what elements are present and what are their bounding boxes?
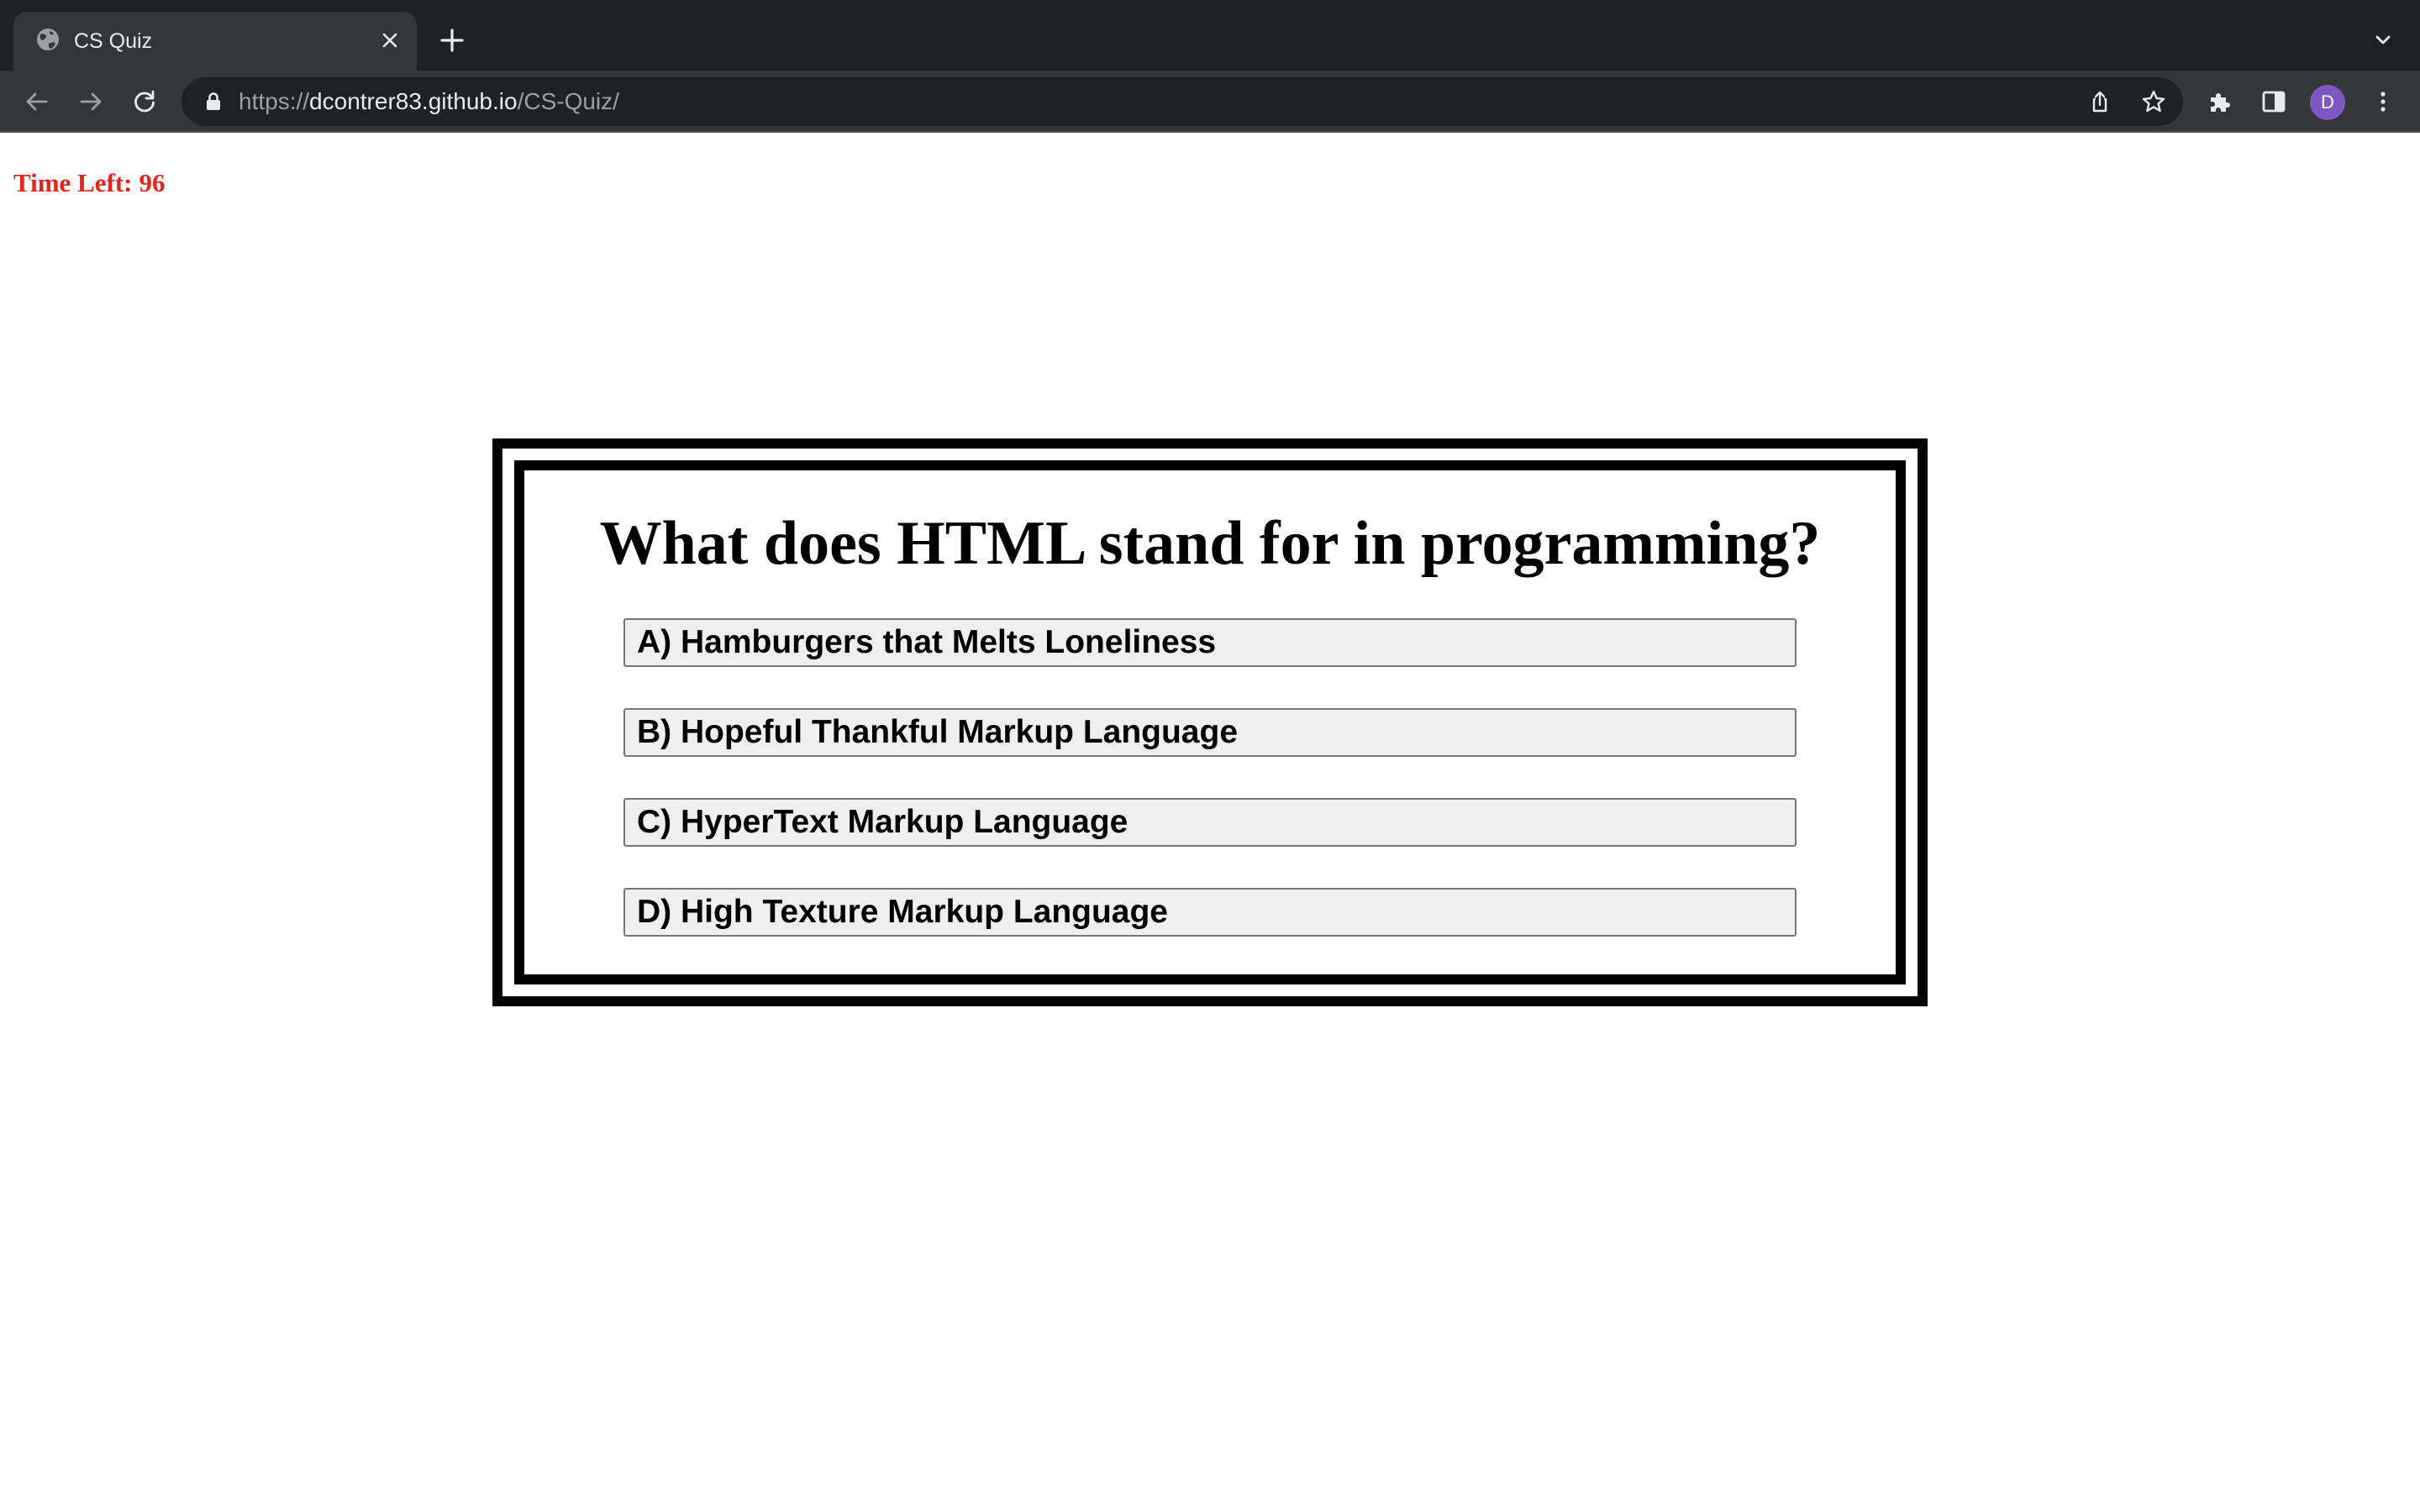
- side-panel-icon[interactable]: [2257, 85, 2291, 118]
- tab-title: CS Quiz: [74, 29, 153, 53]
- close-icon[interactable]: [375, 25, 405, 55]
- tab-strip: CS Quiz: [0, 0, 2420, 71]
- url-scheme: https://: [239, 88, 310, 114]
- browser-tab-cs-quiz[interactable]: CS Quiz: [13, 12, 417, 71]
- forward-arrow-icon[interactable]: [74, 85, 108, 118]
- time-left: Time Left: 96: [13, 166, 165, 200]
- browser-toolbar: https://dcontrer83.github.io/CS-Quiz/ D: [0, 71, 2420, 133]
- share-icon[interactable]: [2086, 87, 2114, 116]
- time-left-value: 96: [139, 168, 166, 197]
- url-text[interactable]: https://dcontrer83.github.io/CS-Quiz/: [239, 87, 619, 116]
- question-text: What does HTML stand for in programming?: [599, 509, 1821, 578]
- back-arrow-icon[interactable]: [20, 85, 54, 118]
- url-path: /CS-Quiz/: [517, 88, 619, 114]
- reload-icon[interactable]: [128, 85, 161, 118]
- puzzle-icon[interactable]: [2203, 85, 2237, 118]
- answer-list: A) Hamburgers that Melts Loneliness B) H…: [623, 618, 1797, 978]
- more-vert-icon[interactable]: [2366, 85, 2400, 118]
- quiz-card: What does HTML stand for in programming?…: [514, 460, 1906, 984]
- answer-button-c[interactable]: C) HyperText Markup Language: [623, 798, 1797, 847]
- globe-icon: [35, 27, 60, 52]
- address-bar[interactable]: https://dcontrer83.github.io/CS-Quiz/: [182, 77, 2183, 126]
- quiz-card-outer-border: What does HTML stand for in programming?…: [492, 438, 1928, 1006]
- url-host: dcontrer83.github.io: [309, 88, 518, 114]
- toolbar-divider: [0, 131, 2420, 133]
- profile-avatar[interactable]: D: [2310, 85, 2345, 120]
- star-icon[interactable]: [2139, 87, 2168, 116]
- answer-button-b[interactable]: B) Hopeful Thankful Markup Language: [623, 708, 1797, 757]
- answer-button-a[interactable]: A) Hamburgers that Melts Loneliness: [623, 618, 1797, 667]
- chevron-down-icon[interactable]: [2368, 25, 2398, 55]
- plus-icon[interactable]: [435, 24, 469, 57]
- answer-button-d[interactable]: D) High Texture Markup Language: [623, 888, 1797, 937]
- time-left-label: Time Left:: [13, 168, 133, 197]
- lock-icon[interactable]: [203, 92, 224, 112]
